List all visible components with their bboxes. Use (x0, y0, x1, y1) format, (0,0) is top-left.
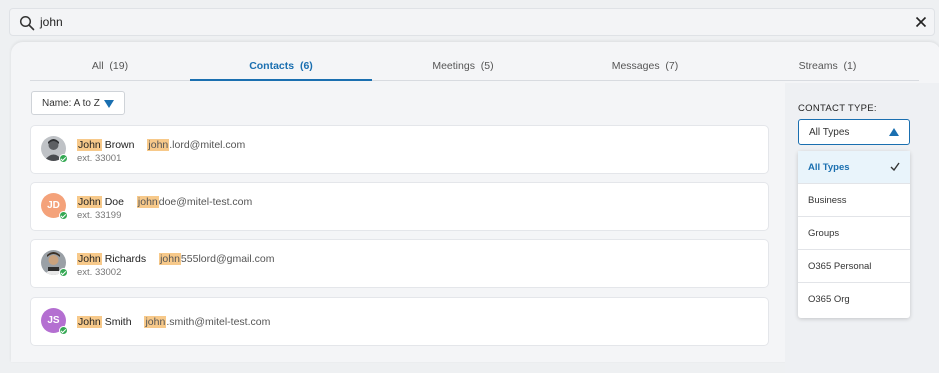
option-o365-personal[interactable]: O365 Personal (798, 250, 910, 283)
contact-name-line: John Richards john555lord@gmail.com (77, 253, 274, 265)
results-panel: All (19) Contacts (6) Meetings (5) Messa… (11, 42, 939, 373)
sort-dropdown[interactable]: Name: A to Z (31, 91, 125, 115)
contact-email: john.smith@mitel-test.com (144, 316, 270, 328)
email-rest: .smith@mitel-test.com (166, 316, 271, 328)
contact-email: john.lord@mitel.com (147, 139, 245, 151)
tab-label: Messages (611, 60, 660, 72)
contact-type-heading: CONTACT TYPE: (798, 103, 877, 114)
contact-row[interactable]: John Brown john.lord@mitel.com ext. 3300… (31, 126, 768, 173)
contact-row[interactable]: JD John Doe johndoe@mitel-test.com ext. … (31, 183, 768, 230)
email-rest: doe@mitel-test.com (158, 196, 253, 208)
caret-up-icon (889, 128, 899, 136)
contact-row[interactable]: John Richards john555lord@gmail.com ext.… (31, 240, 768, 287)
contact-last-name: Brown (104, 139, 135, 151)
tab-count: (5) (480, 60, 494, 72)
tab-count: (6) (299, 60, 313, 72)
email-highlight: john (159, 253, 181, 265)
contact-extension: ext. 33001 (77, 153, 122, 164)
option-business[interactable]: Business (798, 184, 910, 217)
presence-available-icon (59, 268, 68, 277)
email-rest: .lord@mitel.com (169, 139, 246, 151)
close-icon[interactable] (914, 15, 928, 29)
selected-type: All Types (809, 127, 850, 138)
filter-sidebar: CONTACT TYPE: All Types All Types Busine… (785, 83, 939, 373)
tab-label: Meetings (432, 60, 475, 72)
contact-extension: ext. 33199 (77, 210, 122, 221)
name-highlight: John (77, 196, 102, 208)
email-highlight: john (136, 196, 159, 208)
email-highlight: john (147, 139, 170, 151)
tab-contacts[interactable]: Contacts (6) (190, 54, 372, 81)
tab-streams[interactable]: Streams (1) (736, 54, 919, 80)
option-label: Business (808, 195, 847, 206)
tab-label: Contacts (249, 60, 295, 72)
tab-count: (1) (843, 60, 857, 72)
contact-row[interactable]: JS John Smith john.smith@mitel-test.com (31, 298, 768, 345)
option-o365-org[interactable]: O365 Org (798, 283, 910, 316)
result-tabs: All (19) Contacts (6) Meetings (5) Messa… (30, 54, 919, 81)
contact-last-name: Richards (104, 253, 147, 265)
option-label: O365 Org (808, 294, 850, 305)
presence-available-icon (59, 211, 68, 220)
option-label: All Types (808, 162, 850, 173)
name-highlight: John (77, 316, 102, 328)
contact-extension: ext. 33002 (77, 267, 122, 278)
tab-messages[interactable]: Messages (7) (554, 54, 736, 80)
presence-available-icon (59, 154, 68, 163)
search-bar[interactable]: john (9, 8, 935, 36)
option-all-types[interactable]: All Types (798, 151, 910, 184)
contact-last-name: Smith (104, 316, 132, 328)
contact-name-line: John Brown john.lord@mitel.com (77, 139, 245, 151)
option-label: O365 Personal (808, 261, 872, 272)
search-icon (19, 15, 35, 31)
email-rest: 555lord@gmail.com (180, 253, 275, 265)
caret-down-icon (104, 100, 114, 108)
presence-available-icon (59, 326, 68, 335)
contact-email: johndoe@mitel-test.com (136, 196, 253, 208)
contact-name-line: John Doe johndoe@mitel-test.com (77, 196, 252, 208)
tab-label: Streams (798, 60, 838, 72)
check-icon (890, 162, 900, 171)
contact-name-line: John Smith john.smith@mitel-test.com (77, 316, 270, 328)
name-highlight: John (77, 253, 102, 265)
email-highlight: john (144, 316, 167, 328)
search-input[interactable]: john (40, 15, 63, 29)
option-groups[interactable]: Groups (798, 217, 910, 250)
contact-type-menu: All Types Business Groups O365 Personal … (798, 151, 910, 318)
tab-meetings[interactable]: Meetings (5) (372, 54, 554, 80)
tab-count: (7) (665, 60, 679, 72)
contact-last-name: Doe (104, 196, 124, 208)
option-label: Groups (808, 228, 840, 239)
sort-label: Name: A to Z (42, 98, 100, 109)
tab-count: (19) (109, 60, 129, 72)
name-highlight: John (77, 139, 102, 151)
contact-email: john555lord@gmail.com (159, 253, 274, 265)
tab-label: All (91, 60, 104, 72)
contact-type-select[interactable]: All Types (798, 119, 910, 145)
tab-all[interactable]: All (19) (30, 54, 190, 80)
